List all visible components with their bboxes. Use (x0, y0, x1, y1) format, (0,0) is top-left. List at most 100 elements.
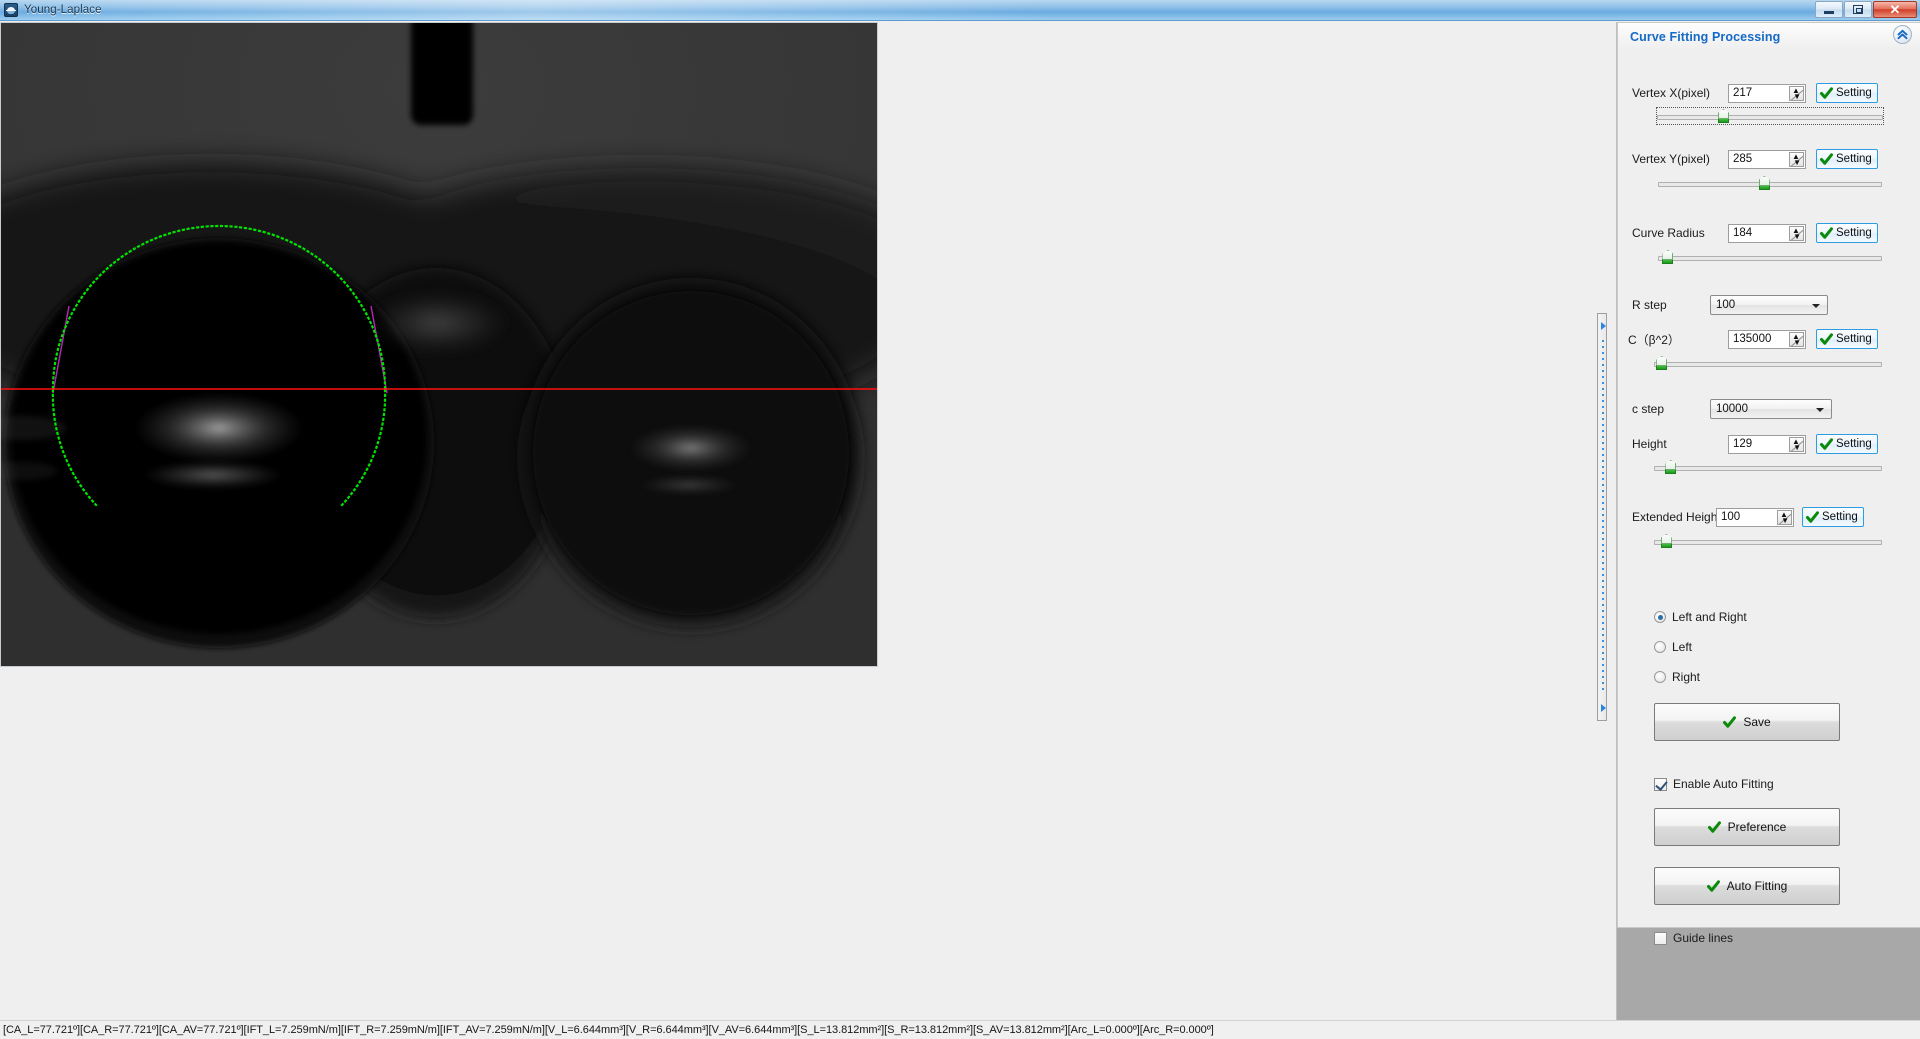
label-extended-height: Extended Height (1632, 510, 1721, 524)
setting-button-vertex-y[interactable]: Setting (1816, 149, 1878, 169)
slider-height[interactable] (1654, 459, 1882, 477)
slider-thumb[interactable] (1662, 250, 1674, 267)
spinner-vertex-x[interactable]: ▲ ▼ (1789, 85, 1804, 101)
setting-button-height[interactable]: Setting (1816, 434, 1878, 454)
value-c-beta2: 135000 (1733, 333, 1772, 345)
value-curve-radius: 184 (1733, 227, 1753, 239)
check-icon (1820, 86, 1833, 100)
app-icon (4, 3, 18, 17)
drop-image-viewport[interactable] (0, 22, 878, 667)
slider-vertex-x[interactable] (1656, 107, 1884, 125)
slider-track (1654, 362, 1882, 367)
setting-button-vertex-x[interactable]: Setting (1816, 83, 1878, 103)
value-c-step: 10000 (1716, 403, 1748, 415)
radio-icon[interactable] (1654, 641, 1666, 653)
field-row-vertex-x: Vertex X(pixel) 217 ▲ ▼ Setting (1618, 81, 1920, 105)
check-icon (1706, 879, 1720, 893)
value-vertex-y: 285 (1733, 153, 1753, 165)
field-row-extended-height: Extended Height 100 ▲ ▼ Setting (1618, 505, 1920, 529)
maximize-button[interactable] (1844, 1, 1872, 18)
spinner-down-icon[interactable]: ▼ (1793, 232, 1801, 240)
radio-icon[interactable] (1654, 671, 1666, 683)
setting-label: Setting (1836, 438, 1872, 450)
label-height: Height (1632, 437, 1667, 451)
setting-button-c-beta2[interactable]: Setting (1816, 329, 1878, 349)
panel-splitter[interactable] (1597, 313, 1607, 721)
save-button[interactable]: Save (1654, 703, 1840, 741)
spinner-down-icon[interactable]: ▼ (1793, 443, 1801, 451)
spinner-curve-radius[interactable]: ▲ ▼ (1789, 225, 1804, 241)
spinner-down-icon[interactable]: ▼ (1793, 158, 1801, 166)
input-height[interactable]: 129 ▲ ▼ (1728, 434, 1806, 454)
spinner-extended-height[interactable]: ▲ ▼ (1777, 509, 1792, 525)
slider-thumb[interactable] (1718, 109, 1730, 126)
splitter-collapse-down-icon[interactable] (1601, 704, 1606, 712)
checkbox-icon[interactable] (1654, 931, 1667, 945)
radio-label-left-and-right: Left and Right (1672, 610, 1747, 624)
spinner-c-beta2[interactable]: ▲ ▼ (1789, 331, 1804, 347)
field-row-r-step: R step 100 (1618, 293, 1920, 317)
window-titlebar: Young-Laplace ✕ (0, 0, 1920, 21)
spinner-down-icon[interactable]: ▼ (1781, 516, 1789, 524)
auto-fitting-button[interactable]: Auto Fitting (1654, 867, 1840, 905)
slider-thumb-top (1660, 534, 1672, 544)
input-vertex-x[interactable]: 217 ▲ ▼ (1728, 83, 1806, 103)
slider-track (1658, 256, 1882, 261)
input-extended-height[interactable]: 100 ▲ ▼ (1716, 507, 1794, 527)
check-icon (1820, 226, 1833, 240)
chevron-down-icon (1812, 304, 1820, 308)
value-r-step: 100 (1716, 299, 1736, 311)
setting-label: Setting (1836, 333, 1872, 345)
input-curve-radius[interactable]: 184 ▲ ▼ (1728, 223, 1806, 243)
setting-button-curve-radius[interactable]: Setting (1816, 223, 1878, 243)
radio-right[interactable]: Right (1654, 670, 1700, 684)
slider-extended-height[interactable] (1654, 533, 1882, 551)
panel-collapse-button[interactable] (1893, 25, 1912, 44)
status-bar-measurements: [CA_L=77.721º][CA_R=77.721º][CA_AV=77.72… (3, 1024, 1214, 1036)
spinner-height[interactable]: ▲ ▼ (1789, 436, 1804, 452)
radio-left-and-right[interactable]: Left and Right (1654, 610, 1747, 624)
splitter-grip (1602, 340, 1604, 692)
radio-icon-selected[interactable] (1654, 611, 1666, 623)
field-row-vertex-y: Vertex Y(pixel) 285 ▲ ▼ Setting (1618, 147, 1920, 171)
slider-thumb[interactable] (1660, 534, 1672, 551)
slider-thumb-top (1656, 356, 1668, 366)
field-row-c-beta2: C（β^2） 135000 ▲ ▼ Setting (1618, 327, 1920, 351)
combo-c-step[interactable]: 10000 (1710, 399, 1832, 419)
right-dock: Curve Fitting Processing Vertex X(pixel)… (1616, 22, 1920, 1022)
slider-curve-radius[interactable] (1658, 249, 1882, 267)
setting-label: Setting (1836, 87, 1872, 99)
slider-track (1654, 466, 1882, 471)
setting-label: Setting (1836, 227, 1872, 239)
slider-thumb[interactable] (1758, 176, 1770, 193)
spinner-vertex-y[interactable]: ▲ ▼ (1789, 151, 1804, 167)
combo-r-step[interactable]: 100 (1710, 295, 1828, 315)
slider-thumb[interactable] (1665, 460, 1677, 477)
checkbox-guide-lines[interactable]: Guide lines (1654, 931, 1733, 945)
minimize-button[interactable] (1815, 1, 1843, 18)
window-controls: ✕ (1814, 1, 1917, 18)
close-button[interactable]: ✕ (1873, 1, 1917, 18)
slider-thumb-top (1665, 460, 1677, 470)
label-curve-radius: Curve Radius (1632, 226, 1705, 240)
spinner-down-icon[interactable]: ▼ (1793, 92, 1801, 100)
slider-c-beta2[interactable] (1654, 355, 1882, 373)
label-c-step: c step (1632, 402, 1665, 416)
dispenser-needle (411, 23, 473, 125)
checkbox-enable-auto-fitting[interactable]: Enable Auto Fitting (1654, 777, 1774, 791)
radio-label-left: Left (1672, 640, 1693, 654)
label-r-step: R step (1632, 298, 1667, 312)
checkbox-icon-checked[interactable] (1654, 777, 1667, 791)
radio-left[interactable]: Left (1654, 640, 1692, 654)
splitter-collapse-up-icon[interactable] (1601, 322, 1606, 330)
slider-vertex-y[interactable] (1658, 175, 1882, 193)
spinner-down-icon[interactable]: ▼ (1793, 338, 1801, 346)
input-vertex-y[interactable]: 285 ▲ ▼ (1728, 149, 1806, 169)
input-c-beta2[interactable]: 135000 ▲ ▼ (1728, 329, 1806, 349)
value-vertex-x: 217 (1733, 87, 1753, 99)
check-icon (1723, 715, 1737, 729)
slider-thumb[interactable] (1656, 356, 1668, 373)
preference-button[interactable]: Preference (1654, 808, 1840, 846)
preference-label: Preference (1727, 820, 1787, 834)
setting-button-extended-height[interactable]: Setting (1802, 507, 1864, 527)
